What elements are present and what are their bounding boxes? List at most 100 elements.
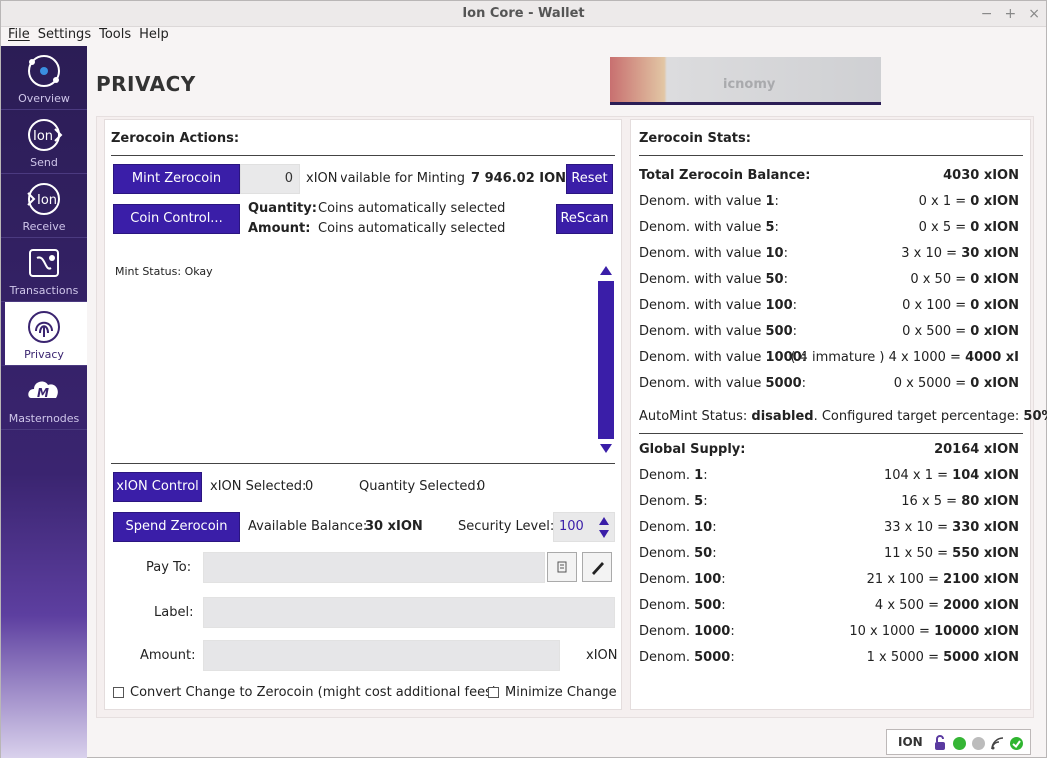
status-bar: ION [886,729,1031,755]
menu-file[interactable]: File [1,27,34,46]
global-denom-value: 4 x 500 = 2000 xION [875,598,1019,613]
sidebar-item-transactions[interactable]: Transactions [1,238,87,302]
denom-label: Denom. with value 100: [639,298,797,313]
minimize-change-checkbox[interactable] [488,687,499,698]
automint-value: disabled [751,409,814,424]
sidebar-item-label: Receive [22,220,66,233]
maximize-icon[interactable]: + [1005,1,1017,27]
global-denom-row: Denom. 1: 104 x 1 = 104 xION [639,468,1023,488]
denom-label-prefix: Denom. [639,598,695,613]
label-input[interactable] [203,597,615,628]
rescan-button[interactable]: ReScan [556,204,613,234]
menu-settings[interactable]: Settings [34,27,95,46]
global-denom-value: 104 x 1 = 104 xION [884,468,1019,483]
denom-label-prefix: Denom. with value [639,298,766,313]
spend-zerocoin-button[interactable]: Spend Zerocoin [113,512,240,542]
network-icon [991,737,1004,750]
menu-help[interactable]: Help [135,27,173,46]
minimize-icon[interactable]: − [981,1,993,27]
sidebar-item-receive[interactable]: Ion Receive [1,174,87,238]
denom-label-prefix: Denom. [639,572,695,587]
scroll-thumb[interactable] [598,281,614,439]
spin-up-icon[interactable] [599,517,609,525]
mint-amount-input[interactable]: 0 [240,164,300,194]
amount-unit-label: xION [586,648,618,663]
denom-label-prefix: Denom. with value [639,324,766,339]
denom-label-suffix: : [792,324,798,339]
sidebar-item-privacy[interactable]: Privacy [1,302,87,366]
denom-value: 0 x 100 = 0 xION [902,298,1019,313]
mint-zerocoin-button[interactable]: Mint Zerocoin [113,164,240,194]
denom-label: Denom. with value 10: [639,246,788,261]
sidebar-item-masternodes[interactable]: M Masternodes [1,366,87,430]
automint-middle: . Configured target percentage: [813,409,1024,424]
page-title: PRIVACY [96,72,196,96]
denom-label-prefix: Denom. [639,494,695,509]
denom-value-label: 1000 [694,624,731,639]
denom-count: 16 x 5 = [901,494,962,509]
spend-divider [111,463,615,464]
denom-row: Denom. with value 1000:( 4 immature ) 4 … [639,350,1023,370]
mint-status-text: Mint Status: Okay [115,265,213,278]
global-denom-label: Denom. 1000: [639,624,735,639]
denom-total: 0 xION [970,298,1019,313]
denom-label-prefix: Denom. with value [639,350,766,365]
denom-total: 5000 xION [943,650,1019,665]
spin-down-icon[interactable] [599,530,609,538]
denom-label-suffix: : [730,624,735,639]
security-level-spinbox[interactable]: 100 [553,512,615,542]
paste-button[interactable] [582,552,612,582]
available-label: Available for Minting: [341,171,465,186]
pay-to-label: Pay To: [146,560,192,575]
denom-label-prefix: Denom. [639,468,695,483]
sidebar-item-overview[interactable]: Overview [1,46,87,110]
pay-to-input[interactable] [203,552,545,583]
actions-divider [111,155,615,156]
denom-count: 21 x 100 = [866,572,944,587]
denom-total: 104 xION [952,468,1019,483]
global-denom-row: Denom. 10: 33 x 10 = 330 xION [639,520,1023,540]
xion-control-button[interactable]: xION Control [113,472,202,502]
sidebar-item-label: Privacy [24,348,64,361]
denom-count: 10 x 1000 = [849,624,935,639]
minimize-change-label: Minimize Change [505,685,617,700]
denom-value: 3 x 10 = 30 xION [901,246,1019,261]
unit-label[interactable]: ION [898,735,923,749]
denom-value-label: 100 [694,572,722,587]
denom-row: Denom. with value 5: 0 x 5 = 0 xION [639,220,1023,240]
denom-row: Denom. with value 500: 0 x 500 = 0 xION [639,324,1023,344]
scroll-down-icon[interactable] [600,444,612,453]
privacy-icon [28,311,60,343]
automint-prefix: AutoMint Status: [639,409,752,424]
denom-total: 10000 xION [934,624,1019,639]
global-denom-label: Denom. 10: [639,520,717,535]
denom-label-suffix: : [721,572,726,587]
coin-control-button[interactable]: Coin Control... [113,204,240,234]
address-book-button[interactable] [547,552,577,582]
scroll-up-icon[interactable] [600,266,612,275]
denom-label-suffix: : [712,546,717,561]
global-divider [639,433,1023,434]
svg-text:Ion: Ion [33,129,53,144]
denom-value-label: 500 [694,598,722,613]
denom-total: 0 xION [970,194,1019,209]
denom-label-prefix: Denom. [639,650,695,665]
reset-button[interactable]: Reset [566,164,613,194]
denom-label-suffix: : [801,376,807,391]
amount-input[interactable] [203,640,560,671]
denom-total: 0 xION [970,272,1019,287]
automint-percentage: 50% [1023,409,1047,424]
denom-label-prefix: Denom. with value [639,376,766,391]
status-scrollbar[interactable] [598,263,614,457]
global-denom-row: Denom. 100: 21 x 100 = 2100 xION [639,572,1023,592]
denom-label: Denom. with value 50: [639,272,788,287]
label-label: Label: [154,605,194,620]
sidebar-item-send[interactable]: Ion Send [1,110,87,174]
convert-change-checkbox[interactable] [113,687,124,698]
menu-tools[interactable]: Tools [95,27,135,46]
close-icon[interactable]: × [1028,1,1040,27]
denom-value-label: 1 [765,194,775,209]
banner-text: icnomy [723,77,776,92]
lock-icon [935,735,945,750]
global-denom-value: 1 x 5000 = 5000 xION [867,650,1019,665]
